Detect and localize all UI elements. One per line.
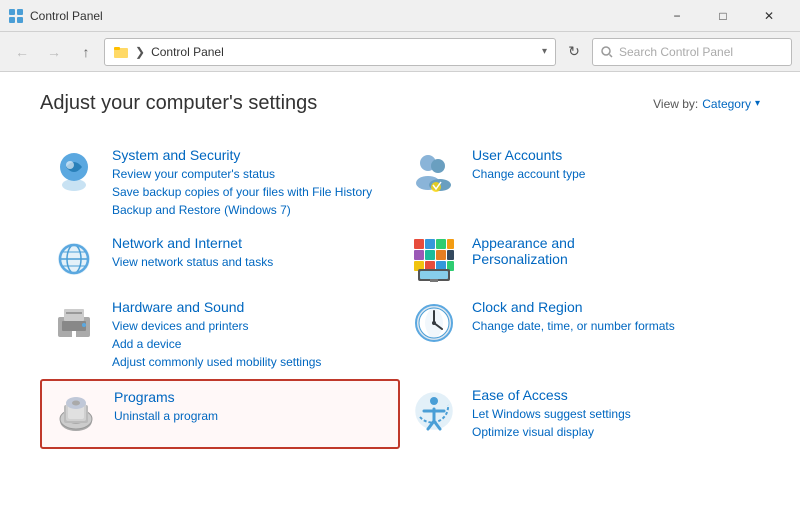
- category-hardware[interactable]: Hardware and Sound View devices and prin…: [40, 291, 400, 379]
- clock-icon: [410, 299, 458, 347]
- clock-text: Clock and Region Change date, time, or n…: [472, 299, 675, 335]
- appearance-icon: [410, 235, 458, 283]
- appearance-title[interactable]: Appearance andPersonalization: [472, 235, 575, 267]
- hardware-link-2[interactable]: Add a device: [112, 335, 321, 353]
- hardware-link-1[interactable]: View devices and printers: [112, 317, 321, 335]
- ease-of-access-link-2[interactable]: Optimize visual display: [472, 423, 631, 441]
- system-security-text: System and Security Review your computer…: [112, 147, 372, 219]
- address-breadcrumb: ❯: [135, 45, 145, 59]
- system-security-link-3[interactable]: Backup and Restore (Windows 7): [112, 201, 372, 219]
- category-ease-of-access[interactable]: Ease of Access Let Windows suggest setti…: [400, 379, 760, 449]
- category-system-security[interactable]: System and Security Review your computer…: [40, 139, 400, 227]
- programs-icon: [52, 389, 100, 437]
- title-bar: Control Panel − □ ✕: [0, 0, 800, 32]
- system-security-title[interactable]: System and Security: [112, 147, 372, 163]
- minimize-button[interactable]: −: [654, 0, 700, 32]
- user-accounts-text: User Accounts Change account type: [472, 147, 585, 183]
- address-bar: ← → ↑ ❯ Control Panel ▾ ↻ Search Control…: [0, 32, 800, 72]
- appearance-text: Appearance andPersonalization: [472, 235, 575, 269]
- hardware-text: Hardware and Sound View devices and prin…: [112, 299, 321, 371]
- ease-of-access-link-1[interactable]: Let Windows suggest settings: [472, 405, 631, 423]
- programs-title[interactable]: Programs: [114, 389, 218, 405]
- network-icon: [50, 235, 98, 283]
- title-bar-left: Control Panel: [8, 8, 103, 24]
- category-programs[interactable]: Programs Uninstall a program: [40, 379, 400, 449]
- view-by-chevron-icon[interactable]: ▾: [755, 98, 760, 109]
- ease-of-access-text: Ease of Access Let Windows suggest setti…: [472, 387, 631, 441]
- hardware-title[interactable]: Hardware and Sound: [112, 299, 321, 315]
- address-text: Control Panel: [151, 45, 224, 59]
- view-by-value[interactable]: Category: [702, 97, 751, 111]
- user-accounts-title[interactable]: User Accounts: [472, 147, 585, 163]
- page-title: Adjust your computer's settings: [40, 92, 317, 115]
- up-button[interactable]: ↑: [72, 38, 100, 66]
- refresh-button[interactable]: ↻: [560, 38, 588, 66]
- system-security-link-1[interactable]: Review your computer's status: [112, 165, 372, 183]
- clock-link-1[interactable]: Change date, time, or number formats: [472, 317, 675, 335]
- ease-of-access-icon: [410, 387, 458, 435]
- system-security-icon: [50, 147, 98, 195]
- address-field[interactable]: ❯ Control Panel ▾: [104, 38, 556, 66]
- category-network[interactable]: Network and Internet View network status…: [40, 227, 400, 291]
- ease-of-access-title[interactable]: Ease of Access: [472, 387, 631, 403]
- user-accounts-link-1[interactable]: Change account type: [472, 165, 585, 183]
- hardware-link-3[interactable]: Adjust commonly used mobility settings: [112, 353, 321, 371]
- close-button[interactable]: ✕: [746, 0, 792, 32]
- clock-title[interactable]: Clock and Region: [472, 299, 675, 315]
- address-dropdown-icon[interactable]: ▾: [542, 46, 547, 57]
- title-controls: − □ ✕: [654, 0, 792, 32]
- hardware-icon: [50, 299, 98, 347]
- system-security-link-2[interactable]: Save backup copies of your files with Fi…: [112, 183, 372, 201]
- network-text: Network and Internet View network status…: [112, 235, 273, 271]
- category-clock[interactable]: Clock and Region Change date, time, or n…: [400, 291, 760, 379]
- content-area: Adjust your computer's settings View by:…: [0, 72, 800, 469]
- user-accounts-icon: [410, 147, 458, 195]
- folder-icon: [113, 44, 129, 60]
- maximize-button[interactable]: □: [700, 0, 746, 32]
- view-by[interactable]: View by: Category ▾: [653, 97, 760, 111]
- forward-button[interactable]: →: [40, 38, 68, 66]
- back-button[interactable]: ←: [8, 38, 36, 66]
- view-by-label: View by:: [653, 97, 698, 111]
- search-placeholder: Search Control Panel: [619, 45, 733, 59]
- search-icon: [601, 46, 613, 58]
- network-title[interactable]: Network and Internet: [112, 235, 273, 251]
- programs-link-1[interactable]: Uninstall a program: [114, 407, 218, 425]
- category-appearance[interactable]: Appearance andPersonalization: [400, 227, 760, 291]
- programs-text: Programs Uninstall a program: [114, 389, 218, 425]
- category-user-accounts[interactable]: User Accounts Change account type: [400, 139, 760, 227]
- window-title: Control Panel: [30, 9, 103, 23]
- network-link-1[interactable]: View network status and tasks: [112, 253, 273, 271]
- window-icon: [8, 8, 24, 24]
- content-header: Adjust your computer's settings View by:…: [40, 92, 760, 115]
- search-field[interactable]: Search Control Panel: [592, 38, 792, 66]
- categories-grid: System and Security Review your computer…: [40, 139, 760, 449]
